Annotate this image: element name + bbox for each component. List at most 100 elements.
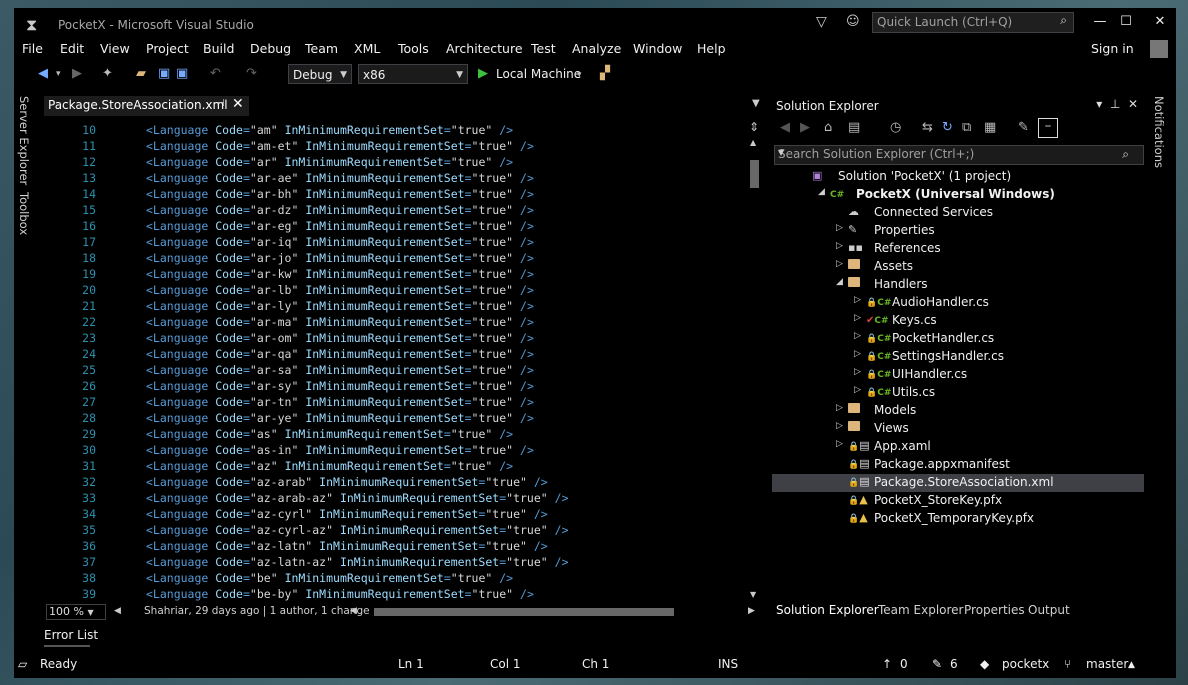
scroll-right-icon[interactable]: ▶ [748, 606, 755, 616]
tree-item[interactable]: ▷ Models [772, 402, 1144, 420]
minimize-button[interactable]: — [1088, 14, 1112, 29]
tree-item[interactable]: ▷ 🔒C# Utils.cs [772, 384, 1144, 402]
branch-menu-icon[interactable]: ▲ [1128, 660, 1135, 670]
code-line[interactable]: 11 <Language Code="am-et" InMinimumRequir… [44, 139, 749, 155]
refresh-icon[interactable]: ↻ [942, 120, 953, 135]
tree-item[interactable]: ◢ Handlers [772, 276, 1144, 294]
code-line[interactable]: 19 <Language Code="ar-kw" InMinimumRequir… [44, 267, 749, 283]
zoom-select[interactable]: 100 % ▼ [46, 604, 106, 620]
code-line[interactable]: 21 <Language Code="ar-ly" InMinimumRequir… [44, 299, 749, 315]
code-line[interactable]: 28 <Language Code="ar-ye" InMinimumRequir… [44, 411, 749, 427]
expander-icon[interactable]: ▷ [836, 223, 843, 233]
run-target-dropdown-icon[interactable]: ▾ [577, 70, 582, 80]
expander-icon[interactable]: ◢ [818, 187, 825, 197]
document-tab[interactable]: Package.StoreAssociation.xml ⊣ ✕ [44, 96, 249, 118]
save-all-icon[interactable]: ▣ [176, 66, 188, 81]
unpushed-commits[interactable]: 0 [900, 657, 908, 671]
menu-help[interactable]: Help [697, 41, 726, 56]
code-line[interactable]: 13 <Language Code="ar-ae" InMinimumRequir… [44, 171, 749, 187]
expander-icon[interactable]: ▷ [854, 313, 861, 323]
back-dropdown-icon[interactable]: ▾ [56, 69, 61, 79]
code-line[interactable]: 37 <Language Code="az-latn-az" InMinimumR… [44, 555, 749, 571]
pencil-icon[interactable]: ✎ [932, 657, 942, 671]
properties-wrench-icon[interactable]: ✎ [1018, 120, 1029, 135]
tree-item[interactable]: 🔒▲ PocketX_StoreKey.pfx [772, 492, 1144, 510]
avatar-icon[interactable] [1150, 40, 1168, 58]
tree-item[interactable]: ▷ ✔C# Keys.cs [772, 312, 1144, 330]
code-line[interactable]: 38 <Language Code="be" InMinimumRequireme… [44, 571, 749, 587]
expander-icon[interactable]: ▷ [836, 403, 843, 413]
tree-item[interactable]: 🔒▤ Package.StoreAssociation.xml [772, 474, 1144, 492]
menu-xml[interactable]: XML [354, 41, 380, 56]
switch-views-icon[interactable]: ▤ [848, 120, 860, 135]
branch-name[interactable]: master [1086, 657, 1128, 671]
expander-icon[interactable]: ▷ [854, 367, 861, 377]
tree-item[interactable]: ▷ 🔒C# AudioHandler.cs [772, 294, 1144, 312]
expander-icon[interactable]: ◢ [836, 277, 843, 287]
expander-icon[interactable]: ▷ [854, 349, 861, 359]
tab-team-explorer[interactable]: Team Explorer [878, 603, 964, 617]
code-line[interactable]: 26 <Language Code="ar-sy" InMinimumRequir… [44, 379, 749, 395]
code-line[interactable]: 39 <Language Code="be-by" InMinimumRequir… [44, 587, 749, 602]
menu-team[interactable]: Team [305, 41, 338, 56]
start-debugging-icon[interactable]: ▶ [478, 66, 488, 81]
tab-solution-explorer[interactable]: Solution Explorer [776, 603, 879, 617]
home-icon[interactable]: ⌂ [824, 120, 832, 135]
tab-properties[interactable]: Properties [964, 603, 1025, 617]
browse-icon[interactable]: ▞ [600, 66, 610, 81]
horizontal-scrollbar-thumb[interactable] [374, 608, 674, 616]
menu-window[interactable]: Window [633, 41, 682, 56]
code-line[interactable]: 10 <Language Code="am" InMinimumRequireme… [44, 123, 749, 139]
code-line[interactable]: 20 <Language Code="ar-lb" InMinimumRequir… [44, 283, 749, 299]
tree-item[interactable]: ☁ Connected Services [772, 204, 1144, 222]
code-line[interactable]: 29 <Language Code="as" InMinimumRequireme… [44, 427, 749, 443]
menu-project[interactable]: Project [146, 41, 189, 56]
code-line[interactable]: 25 <Language Code="ar-sa" InMinimumRequir… [44, 363, 749, 379]
expander-icon[interactable]: ▷ [836, 241, 843, 251]
code-line[interactable]: 18 <Language Code="ar-jo" InMinimumRequir… [44, 251, 749, 267]
code-line[interactable]: 36 <Language Code="az-latn" InMinimumRequ… [44, 539, 749, 555]
redo-icon[interactable]: ↷ [246, 66, 257, 81]
code-line[interactable]: 30 <Language Code="as-in" InMinimumRequir… [44, 443, 749, 459]
panel-window-icons[interactable]: ▾ ⊥ ✕ [1096, 97, 1138, 111]
error-list-tab[interactable]: Error List [44, 628, 98, 642]
server-explorer-tab[interactable]: Server Explorer [17, 96, 31, 185]
scroll-left-icon[interactable]: ◀ [350, 606, 357, 616]
expander-icon[interactable]: ▷ [836, 421, 843, 431]
solution-explorer-search[interactable]: Search Solution Explorer (Ctrl+;) ⌕ ▼ [774, 145, 1144, 165]
split-icon[interactable]: ⇕ [749, 120, 759, 134]
codelens-blame[interactable]: Shahriar, 29 days ago | 1 author, 1 chan… [144, 605, 370, 617]
menu-architecture[interactable]: Architecture [446, 41, 523, 56]
pending-changes-count[interactable]: 6 [950, 657, 958, 671]
code-line[interactable]: 34 <Language Code="az-cyrl" InMinimumRequ… [44, 507, 749, 523]
repository-name[interactable]: pocketx [1002, 657, 1049, 671]
tree-item[interactable]: 🔒▲ PocketX_TemporaryKey.pfx [772, 510, 1144, 528]
tree-item[interactable]: ▷ Assets [772, 258, 1144, 276]
tree-item[interactable]: ▷ 🔒C# UIHandler.cs [772, 366, 1144, 384]
code-line[interactable]: 31 <Language Code="az" InMinimumRequireme… [44, 459, 749, 475]
forward-icon[interactable]: ▶ [72, 66, 82, 81]
undo-icon[interactable]: ↶ [210, 66, 221, 81]
filter-icon[interactable]: ▽ [816, 14, 827, 30]
scroll-down-icon[interactable]: ▼ [750, 590, 756, 599]
menu-test[interactable]: Test [531, 41, 556, 56]
arrow-up-icon[interactable]: ↑ [882, 657, 892, 671]
code-line[interactable]: 12 <Language Code="ar" InMinimumRequireme… [44, 155, 749, 171]
branch-icon[interactable]: ⑂ [1064, 657, 1071, 671]
back-icon[interactable]: ◀ [780, 120, 790, 135]
search-options-icon[interactable]: ▼ [778, 148, 1140, 157]
menu-edit[interactable]: Edit [60, 41, 84, 56]
maximize-button[interactable]: ☐ [1114, 14, 1138, 29]
show-all-files-icon[interactable]: ▦ [984, 120, 996, 135]
tree-item[interactable]: ▷ 🔒▤ App.xaml [772, 438, 1144, 456]
preview-selected-icon[interactable]: ⎯ [1038, 118, 1058, 138]
tab-overflow-icon[interactable]: ▼ [752, 98, 760, 109]
code-line[interactable]: 22 <Language Code="ar-ma" InMinimumRequir… [44, 315, 749, 331]
tree-item[interactable]: ▷ ▪▪ References [772, 240, 1144, 258]
scrollbar-thumb[interactable] [750, 160, 759, 188]
save-icon[interactable]: ▣ [158, 66, 170, 81]
scroll-up-icon[interactable]: ▲ [750, 138, 756, 147]
expander-icon[interactable]: ▷ [854, 331, 861, 341]
blame-left-icon[interactable]: ◀ [114, 606, 121, 616]
code-line[interactable]: 15 <Language Code="ar-dz" InMinimumRequir… [44, 203, 749, 219]
